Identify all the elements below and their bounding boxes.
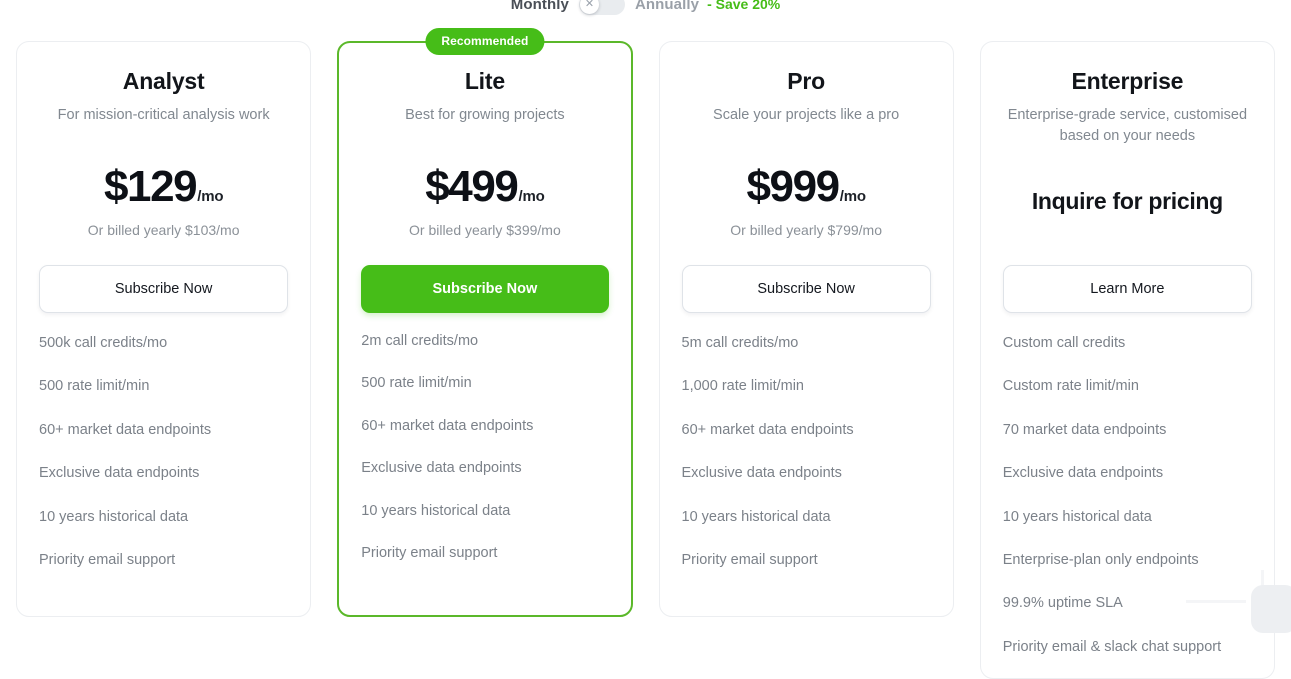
feature-item: Priority email support xyxy=(681,551,818,568)
feature-item: 2m call credits/mo xyxy=(361,333,479,349)
feature-item: 99.9% uptime SLA xyxy=(1002,595,1123,612)
feature-item: Exclusive data endpoints xyxy=(1002,465,1164,482)
price-block: $499 /mo Or billed yearly $399/mo xyxy=(361,157,608,245)
feature-item: 60+ market data endpoints xyxy=(361,417,534,434)
save-badge: - Save 20% xyxy=(707,0,781,12)
feature-item: 10 years historical data xyxy=(681,508,831,525)
plan-tagline: Scale your projects like a pro xyxy=(713,107,900,123)
feature-item: 60+ market data endpoints xyxy=(39,421,212,438)
price-period: /mo xyxy=(197,187,224,205)
price-period: /mo xyxy=(839,187,866,205)
plan-name: Analyst xyxy=(122,68,205,94)
feature-item: 10 years historical data xyxy=(1002,508,1152,525)
feature-item: 10 years historical data xyxy=(39,508,189,525)
feature-item: 70 market data endpoints xyxy=(1002,421,1167,438)
price-block: $999 /mo Or billed yearly $799/mo xyxy=(682,157,931,245)
feature-item: 10 years historical data xyxy=(361,502,511,519)
feature-item: 500k call credits/mo xyxy=(39,335,168,351)
widget-decoration-horizontal xyxy=(1186,600,1246,603)
pricing-card-analyst: Analyst For mission-critical analysis wo… xyxy=(16,41,312,617)
learn-more-button[interactable]: Learn More xyxy=(1002,265,1252,314)
plan-tagline: Best for growing projects xyxy=(405,107,565,123)
price-period: /mo xyxy=(518,187,545,205)
feature-item: Priority email support xyxy=(361,544,498,561)
price-subtext: Or billed yearly $399/mo xyxy=(409,222,561,239)
price-block: $129 /mo Or billed yearly $103/mo xyxy=(39,157,288,245)
subscribe-button[interactable]: Subscribe Now xyxy=(39,265,289,313)
plan-tagline: Enterprise-grade service, customised bas… xyxy=(1007,107,1248,145)
feature-list: Custom call credits Custom rate limit/mi… xyxy=(1003,335,1252,656)
feature-list: 2m call credits/mo 500 rate limit/min 60… xyxy=(361,333,608,562)
billing-period-toggle[interactable]: ✕ xyxy=(578,0,625,15)
subscribe-button[interactable]: Subscribe Now xyxy=(361,265,609,313)
plan-name: Lite xyxy=(464,68,505,94)
price-custom: Inquire for pricing xyxy=(1031,187,1223,214)
feature-item: Priority email & slack chat support xyxy=(1002,638,1222,655)
price-amount: $499 xyxy=(425,161,519,211)
feature-item: 500 rate limit/min xyxy=(39,378,150,395)
close-icon: ✕ xyxy=(579,0,599,14)
plan-tagline: For mission-critical analysis work xyxy=(57,107,270,123)
feature-item: 1,000 rate limit/min xyxy=(681,378,805,395)
feature-item: Priority email support xyxy=(39,551,176,568)
feature-item: Exclusive data endpoints xyxy=(39,465,200,482)
feature-list: 500k call credits/mo 500 rate limit/min … xyxy=(39,335,288,569)
subscribe-button[interactable]: Subscribe Now xyxy=(681,265,931,313)
feature-item: 5m call credits/mo xyxy=(681,335,799,351)
pricing-page: Monthly ✕ Annually - Save 20% Analyst Fo… xyxy=(0,0,1291,679)
price-amount: $129 xyxy=(103,161,198,211)
pricing-card-enterprise: Enterprise Enterprise-grade service, cus… xyxy=(979,41,1275,679)
recommended-badge: Recommended xyxy=(425,28,545,55)
feature-item: Exclusive data endpoints xyxy=(361,460,522,477)
plan-name: Enterprise xyxy=(1071,68,1184,94)
feature-item: Custom call credits xyxy=(1002,335,1126,352)
billing-monthly-label[interactable]: Monthly xyxy=(511,0,569,13)
price-subtext: Or billed yearly $103/mo xyxy=(87,222,240,239)
feature-item: 500 rate limit/min xyxy=(361,375,472,392)
pricing-card-pro: Pro Scale your projects like a pro $999 … xyxy=(658,41,954,617)
feature-item: Exclusive data endpoints xyxy=(681,465,842,482)
billing-toggle-row: Monthly ✕ Annually - Save 20% xyxy=(0,0,1291,17)
plan-name: Pro xyxy=(787,68,825,94)
billing-annually-label[interactable]: Annually xyxy=(635,0,699,13)
pricing-card-lite: Recommended Lite Best for growing projec… xyxy=(337,28,633,617)
price-amount: $999 xyxy=(746,161,840,211)
price-subtext: Or billed yearly $799/mo xyxy=(730,222,882,239)
chat-widget-button[interactable] xyxy=(1251,585,1291,633)
pricing-cards: Analyst For mission-critical analysis wo… xyxy=(16,28,1275,679)
feature-item: 60+ market data endpoints xyxy=(681,421,854,438)
price-block: Inquire for pricing xyxy=(1003,157,1252,245)
feature-item: Custom rate limit/min xyxy=(1002,378,1139,395)
feature-list: 5m call credits/mo 1,000 rate limit/min … xyxy=(682,335,931,569)
feature-item: Enterprise-plan only endpoints xyxy=(1002,551,1199,568)
